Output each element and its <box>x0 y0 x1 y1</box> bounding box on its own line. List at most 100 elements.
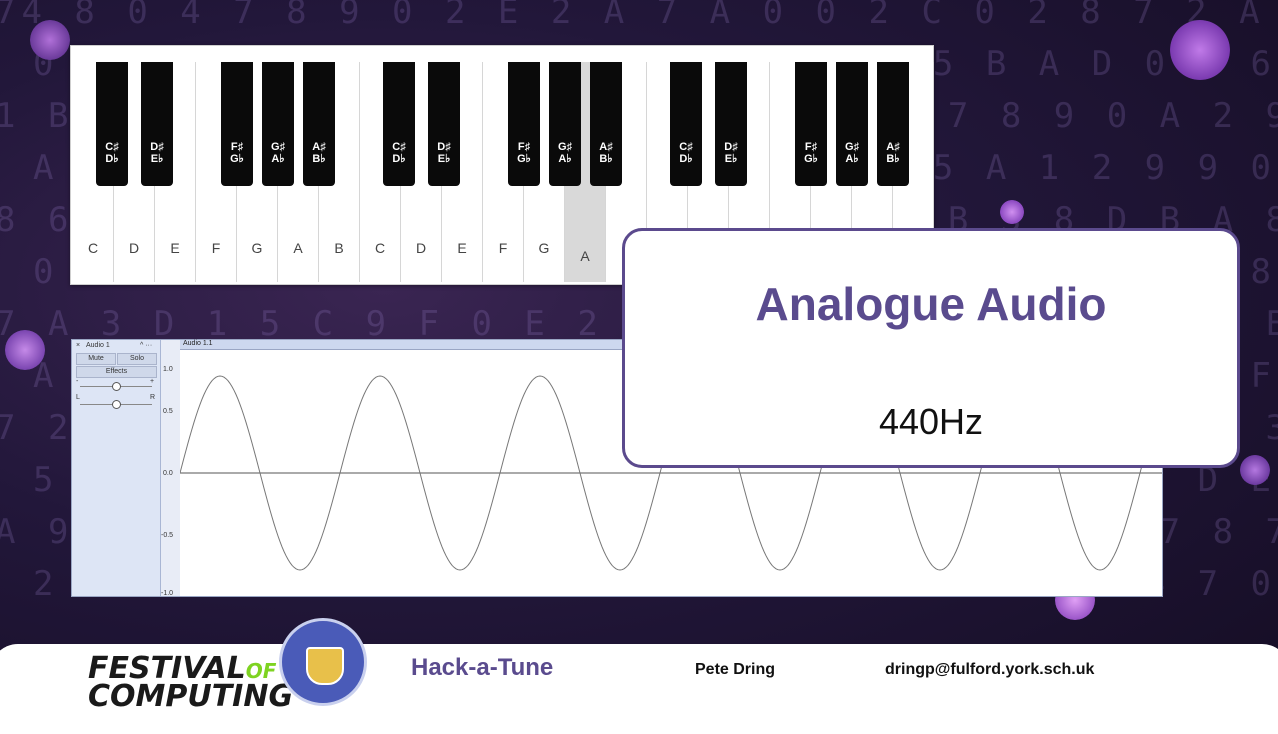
black-key-sharp-label: A♯ <box>599 141 613 153</box>
school-badge <box>279 618 367 706</box>
black-key-label: C♯ D♭ <box>383 141 415 165</box>
gain-slider-thumb[interactable] <box>112 382 121 391</box>
amplitude-scale: 1.0 0.5 0.0 -0.5 -1.0 <box>160 340 181 597</box>
black-key[interactable]: G♯ A♭ <box>836 62 868 186</box>
pan-left-label: L <box>76 394 80 401</box>
black-key[interactable]: A♯ B♭ <box>877 62 909 186</box>
black-key[interactable]: G♯ A♭ <box>549 62 581 186</box>
black-key-sharp-label: G♯ <box>844 141 860 153</box>
black-key-flat-label: B♭ <box>886 153 900 165</box>
black-key-label: F♯ G♭ <box>508 141 540 165</box>
presenter-name: Pete Dring <box>695 661 776 678</box>
scale-label: -1.0 <box>161 590 174 597</box>
scale-label: -0.5 <box>161 532 174 539</box>
track-name[interactable]: Audio 1 <box>86 342 110 349</box>
black-key-flat-label: D♭ <box>679 153 693 165</box>
presenter-email[interactable]: dringp@fulford.york.sch.uk <box>885 661 1094 679</box>
bokeh-orb <box>30 20 70 60</box>
black-key[interactable]: D♯ E♭ <box>428 62 460 186</box>
black-key-flat-label: B♭ <box>312 153 326 165</box>
scale-label: 0.5 <box>163 408 173 415</box>
black-key-flat-label: D♭ <box>392 153 406 165</box>
effects-button[interactable]: Effects <box>76 366 157 378</box>
black-key-flat-label: G♭ <box>230 153 244 165</box>
black-key-label: D♯ E♭ <box>715 141 747 165</box>
track-control-panel: × Audio 1 ^ ··· Mute Solo Effects - + L … <box>72 340 161 596</box>
white-key-label: D <box>415 240 427 256</box>
black-key[interactable]: G♯ A♭ <box>262 62 294 186</box>
black-key-sharp-label: G♯ <box>557 141 573 153</box>
frequency-label: 440Hz <box>878 401 984 442</box>
close-track-icon[interactable]: × <box>76 342 80 349</box>
black-key-flat-label: E♭ <box>724 153 738 165</box>
slide-title: Analogue Audio <box>755 278 1107 330</box>
bokeh-orb <box>1240 455 1270 485</box>
black-key[interactable]: C♯ D♭ <box>96 62 128 186</box>
white-key-label: F <box>211 240 221 256</box>
black-key-flat-label: E♭ <box>150 153 164 165</box>
black-key-sharp-label: C♯ <box>679 141 693 153</box>
track-menu-icon[interactable]: ^ ··· <box>140 342 152 349</box>
scale-label: 1.0 <box>163 366 173 373</box>
solo-button[interactable]: Solo <box>117 353 157 365</box>
black-key-label: G♯ A♭ <box>262 141 294 165</box>
white-key-label: F <box>498 240 508 256</box>
black-key-flat-label: A♭ <box>558 153 572 165</box>
black-key[interactable]: D♯ E♭ <box>141 62 173 186</box>
black-key-label: C♯ D♭ <box>670 141 702 165</box>
bokeh-orb <box>1170 20 1230 80</box>
black-key-sharp-label: A♯ <box>312 141 326 153</box>
event-name: Hack-a-Tune <box>411 654 554 681</box>
computing-logo-word: COMPUTING <box>88 679 294 714</box>
black-key-label: A♯ B♭ <box>877 141 909 165</box>
black-key[interactable]: A♯ B♭ <box>590 62 622 186</box>
black-key-sharp-label: F♯ <box>230 141 244 153</box>
black-key-label: G♯ A♭ <box>549 141 581 165</box>
gain-plus-label: + <box>150 378 155 385</box>
black-key[interactable]: F♯ G♭ <box>795 62 827 186</box>
black-key-label: F♯ G♭ <box>221 141 253 165</box>
bokeh-orb <box>5 330 45 370</box>
black-key-sharp-label: D♯ <box>150 141 164 153</box>
black-key-flat-label: A♭ <box>271 153 285 165</box>
white-key-label: C <box>374 240 386 256</box>
black-key-sharp-label: F♯ <box>517 141 531 153</box>
white-key-label: G <box>538 240 550 256</box>
black-key[interactable]: C♯ D♭ <box>383 62 415 186</box>
black-key-label: G♯ A♭ <box>836 141 868 165</box>
shield-icon <box>306 647 344 685</box>
black-key-flat-label: E♭ <box>437 153 451 165</box>
white-key-label: D <box>128 240 140 256</box>
white-key-label: A <box>580 248 590 264</box>
black-key-sharp-label: D♯ <box>437 141 451 153</box>
black-key-label: A♯ B♭ <box>303 141 335 165</box>
white-key-label: B <box>334 240 344 256</box>
black-key-label: F♯ G♭ <box>795 141 827 165</box>
black-key-sharp-label: A♯ <box>886 141 900 153</box>
black-key[interactable]: F♯ G♭ <box>221 62 253 186</box>
black-key-sharp-label: G♯ <box>270 141 286 153</box>
bokeh-orb <box>1000 200 1024 224</box>
pan-slider-thumb[interactable] <box>112 400 121 409</box>
black-key-sharp-label: D♯ <box>724 141 738 153</box>
black-key[interactable]: F♯ G♭ <box>508 62 540 186</box>
black-key-label: D♯ E♭ <box>428 141 460 165</box>
black-key-label: D♯ E♭ <box>141 141 173 165</box>
white-key-label: E <box>170 240 180 256</box>
black-key-flat-label: D♭ <box>105 153 119 165</box>
black-key-flat-label: G♭ <box>517 153 531 165</box>
white-key-label: G <box>251 240 263 256</box>
gain-minus-label: - <box>76 378 79 385</box>
mute-button[interactable]: Mute <box>76 353 116 365</box>
black-key-flat-label: A♭ <box>845 153 859 165</box>
black-key-flat-label: G♭ <box>804 153 818 165</box>
black-key[interactable]: A♯ B♭ <box>303 62 335 186</box>
black-key-sharp-label: C♯ <box>392 141 406 153</box>
black-key[interactable]: C♯ D♭ <box>670 62 702 186</box>
footer-bar: FESTIVALOF COMPUTING Hack-a-Tune Pete Dr… <box>0 618 1278 734</box>
white-key-label: E <box>457 240 467 256</box>
black-key-label: A♯ B♭ <box>590 141 622 165</box>
scale-label: 0.0 <box>163 470 173 477</box>
black-key[interactable]: D♯ E♭ <box>715 62 747 186</box>
white-key-label: A <box>293 240 303 256</box>
